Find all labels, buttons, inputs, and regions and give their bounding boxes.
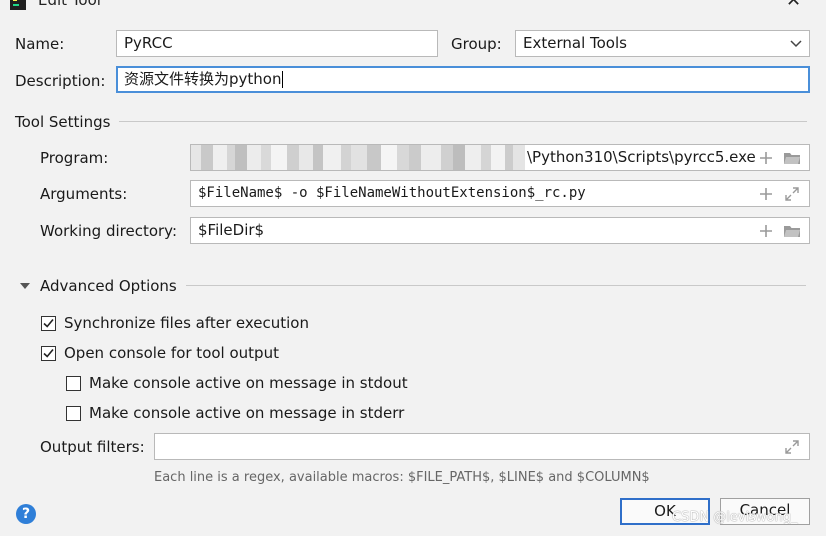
checkbox-unchecked[interactable]: [66, 375, 81, 391]
working-directory-input[interactable]: $FileDir$: [190, 217, 810, 244]
check-icon: [43, 348, 54, 358]
program-input[interactable]: \Python310\Scripts\pyrcc5.exe: [190, 144, 810, 171]
option-synchronize-files[interactable]: Synchronize files after execution: [41, 314, 309, 332]
advanced-options-separator: [186, 285, 806, 286]
working-directory-label: Working directory:: [40, 222, 178, 240]
option-label: Open console for tool output: [64, 344, 279, 362]
program-label: Program:: [40, 149, 109, 167]
check-icon: [43, 318, 54, 328]
name-input[interactable]: PyRCC: [116, 30, 438, 57]
group-label: Group:: [451, 35, 502, 53]
output-filters-hint: Each line is a regex, available macros: …: [154, 470, 650, 485]
add-macro-icon[interactable]: [757, 149, 775, 167]
arguments-label: Arguments:: [40, 185, 128, 203]
redacted-path: [191, 145, 525, 170]
working-directory-value: $FileDir$: [198, 221, 265, 239]
arguments-input[interactable]: $FileName$ -o $FileNameWithoutExtension$…: [190, 180, 810, 207]
watermark-text: CSDN @leviswong_: [672, 510, 798, 525]
close-icon[interactable]: ✕: [786, 0, 801, 11]
text-caret: [282, 71, 284, 88]
checkbox-unchecked[interactable]: [66, 405, 81, 421]
option-label: Synchronize files after execution: [64, 314, 309, 332]
chevron-down-icon: [790, 40, 802, 48]
option-label: Make console active on message in stdout: [89, 374, 408, 392]
window-title: Edit Tool: [38, 0, 101, 9]
collapse-triangle-icon[interactable]: [18, 279, 32, 293]
folder-icon[interactable]: [783, 222, 801, 240]
checkbox-checked[interactable]: [41, 345, 56, 361]
group-select[interactable]: External Tools: [515, 30, 810, 57]
help-icon[interactable]: ?: [16, 504, 36, 524]
group-select-value: External Tools: [523, 34, 627, 52]
app-icon: [10, 0, 26, 10]
tool-settings-title: Tool Settings: [15, 113, 111, 131]
add-macro-icon[interactable]: [757, 185, 775, 203]
checkbox-checked[interactable]: [41, 315, 56, 331]
description-label: Description:: [15, 72, 106, 90]
option-console-active-stderr[interactable]: Make console active on message in stderr: [66, 404, 404, 422]
expand-icon[interactable]: [783, 438, 801, 456]
title-bar: Edit Tool ✕: [0, 0, 826, 14]
option-console-active-stdout[interactable]: Make console active on message in stdout: [66, 374, 408, 392]
option-label: Make console active on message in stderr: [89, 404, 405, 422]
expand-icon[interactable]: [783, 185, 801, 203]
arguments-value: $FileName$ -o $FileNameWithoutExtension$…: [198, 185, 586, 201]
name-label: Name:: [15, 35, 65, 53]
folder-icon[interactable]: [783, 149, 801, 167]
output-filters-input[interactable]: [154, 433, 810, 460]
program-value: \Python310\Scripts\pyrcc5.exe: [527, 148, 756, 166]
description-input[interactable]: 资源文件转换为python: [116, 66, 810, 93]
add-macro-icon[interactable]: [757, 222, 775, 240]
description-text: 资源文件转换为python: [124, 70, 282, 88]
advanced-options-title[interactable]: Advanced Options: [40, 276, 177, 296]
output-filters-label: Output filters:: [40, 438, 145, 456]
option-open-console[interactable]: Open console for tool output: [41, 344, 279, 362]
tool-settings-separator: [119, 121, 807, 122]
